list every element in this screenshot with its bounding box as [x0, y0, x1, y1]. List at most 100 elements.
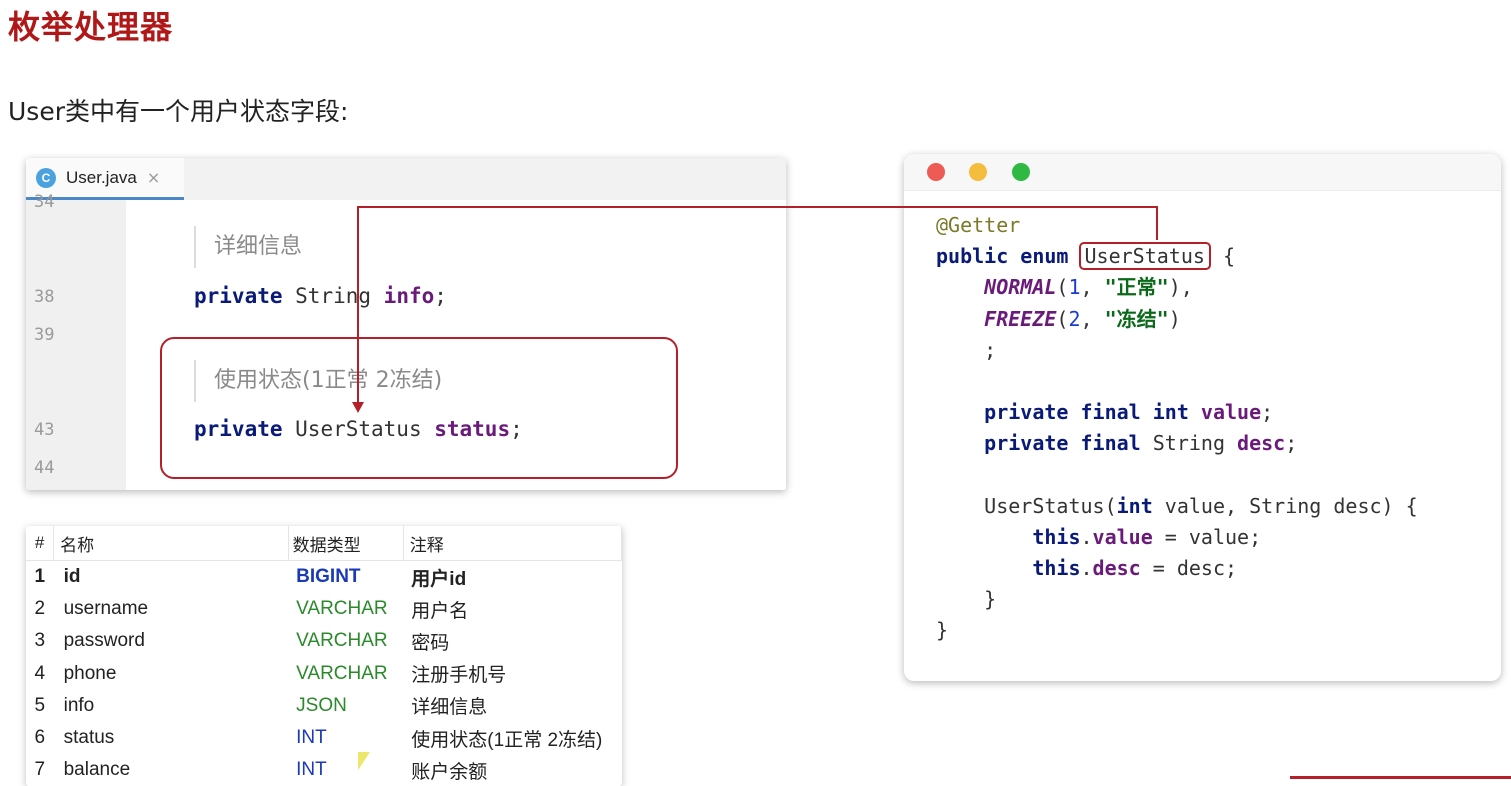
assignment: = value; — [1152, 524, 1262, 549]
number: 2 — [1068, 306, 1081, 331]
type-name: String — [282, 284, 384, 308]
table-row[interactable]: 5 info JSON 详细信息 — [26, 690, 622, 722]
page-title: 枚举处理器 — [8, 8, 174, 46]
column-comment: 详细信息 — [411, 697, 488, 719]
line-number: 44 — [34, 458, 55, 478]
header-name[interactable]: 名称 — [53, 526, 289, 561]
row-index: 5 — [34, 694, 46, 716]
line-number: 39 — [34, 325, 55, 345]
line-number: 43 — [34, 420, 55, 440]
keyword: public enum — [936, 244, 1081, 269]
table-row[interactable]: 2 username VARCHAR 用户名 — [26, 593, 622, 625]
header-index: # — [26, 526, 55, 561]
code-line: FREEZE(2, "冻结") — [936, 304, 1418, 335]
keyword: private — [194, 284, 283, 308]
field-name: info — [383, 284, 435, 308]
row-index: 1 — [34, 566, 46, 588]
column-type: VARCHAR — [296, 598, 388, 620]
code-line: ; — [936, 335, 1418, 366]
column-comment: 密码 — [411, 632, 450, 654]
constructor-name: UserStatus( — [984, 493, 1117, 518]
column-type: VARCHAR — [296, 662, 388, 684]
enum-code-block: @Getter public enum UserStatus { NORMAL(… — [936, 210, 1418, 647]
column-type: BIGINT — [296, 566, 361, 588]
field-name: value — [1092, 524, 1153, 549]
line-number: 38 — [34, 287, 55, 307]
code-line: private final String desc; — [936, 428, 1418, 459]
mouse-cursor-icon — [358, 752, 370, 770]
enum-code-window: @Getter public enum UserStatus { NORMAL(… — [904, 154, 1501, 681]
db-table-panel: # 名称 数据类型 注释 1 id BIGINT 用户id 2 username… — [26, 526, 622, 786]
string-literal: "正常" — [1104, 275, 1169, 300]
type-name: String — [1152, 431, 1238, 456]
column-name: id — [63, 566, 81, 588]
separator: , — [1080, 306, 1105, 331]
connector-line — [1156, 206, 1158, 240]
enum-constant: NORMAL — [984, 275, 1057, 300]
keyword: this — [1032, 556, 1081, 581]
table-row[interactable]: 1 id BIGINT 用户id — [26, 561, 622, 594]
column-name: phone — [63, 662, 117, 684]
column-name: info — [63, 694, 95, 716]
code-line: public enum UserStatus { — [936, 241, 1418, 272]
column-type: JSON — [296, 694, 347, 716]
code-line-info: private String info; — [194, 284, 447, 308]
code-line: this.desc = desc; — [936, 553, 1418, 584]
number: 1 — [1068, 275, 1081, 300]
header-type[interactable]: 数据类型 — [288, 526, 404, 561]
window-title-bar — [904, 154, 1501, 191]
column-name: password — [63, 630, 145, 652]
line-number-gutter: 34 38 39 43 44 — [26, 192, 126, 490]
table-row[interactable]: 3 password VARCHAR 密码 — [26, 625, 622, 657]
code-line: NORMAL(1, "正常"), — [936, 272, 1418, 303]
field-name: value — [1200, 400, 1262, 425]
row-index: 3 — [34, 630, 46, 652]
keyword: int — [1116, 493, 1153, 518]
minimize-window-dot[interactable] — [969, 163, 987, 181]
table-row[interactable]: 7 balance INT 账户余额 — [26, 754, 622, 786]
arrow-head-icon — [352, 402, 364, 413]
column-comment: 用户名 — [411, 600, 469, 622]
column-comment: 注册手机号 — [411, 665, 507, 687]
dot: . — [1080, 524, 1093, 549]
brace: } — [984, 587, 997, 612]
column-type: VARCHAR — [296, 630, 388, 652]
paren: ) — [1168, 306, 1181, 331]
separator: , — [1080, 275, 1105, 300]
table-header-row: # 名称 数据类型 注释 — [26, 526, 622, 561]
close-icon[interactable]: × — [147, 168, 160, 187]
code-line: UserStatus(int value, String desc) { — [936, 491, 1417, 522]
code-line: @Getter — [936, 210, 1418, 241]
column-name: username — [63, 598, 149, 620]
tab-label: User.java — [66, 167, 137, 187]
close-window-dot[interactable] — [927, 163, 945, 181]
maximize-window-dot[interactable] — [1012, 163, 1030, 181]
header-comment[interactable]: 注释 — [403, 526, 622, 561]
row-index: 7 — [34, 759, 46, 781]
column-comment: 账户余额 — [411, 761, 488, 783]
enum-name-highlight: UserStatus — [1078, 242, 1211, 271]
column-type: INT — [296, 759, 327, 781]
column-comment: 使用状态(1正常 2冻结) — [411, 729, 603, 751]
semicolon: ; — [984, 337, 997, 362]
column-comment: 用户id — [411, 568, 467, 590]
java-class-icon: C — [36, 167, 56, 188]
editor-tab-bar: C User.java × — [26, 158, 786, 201]
row-index: 6 — [34, 727, 46, 749]
doc-comment-info: 详细信息 — [194, 226, 302, 268]
semicolon: ; — [1261, 400, 1274, 425]
code-line: private final int value; — [936, 397, 1418, 428]
row-index: 2 — [34, 598, 46, 620]
code-line: this.value = value; — [936, 522, 1418, 553]
connector-line — [357, 206, 359, 404]
code-line: } — [936, 584, 1418, 615]
table-row[interactable]: 6 status INT 使用状态(1正常 2冻结) — [26, 722, 622, 754]
code-line: } — [936, 615, 1418, 646]
field-name: desc — [1092, 556, 1141, 581]
table-row[interactable]: 4 phone VARCHAR 注册手机号 — [26, 658, 622, 690]
subtitle: User类中有一个用户状态字段: — [8, 97, 349, 126]
enum-constant: FREEZE — [984, 306, 1057, 331]
column-table: # 名称 数据类型 注释 1 id BIGINT 用户id 2 username… — [26, 526, 622, 786]
